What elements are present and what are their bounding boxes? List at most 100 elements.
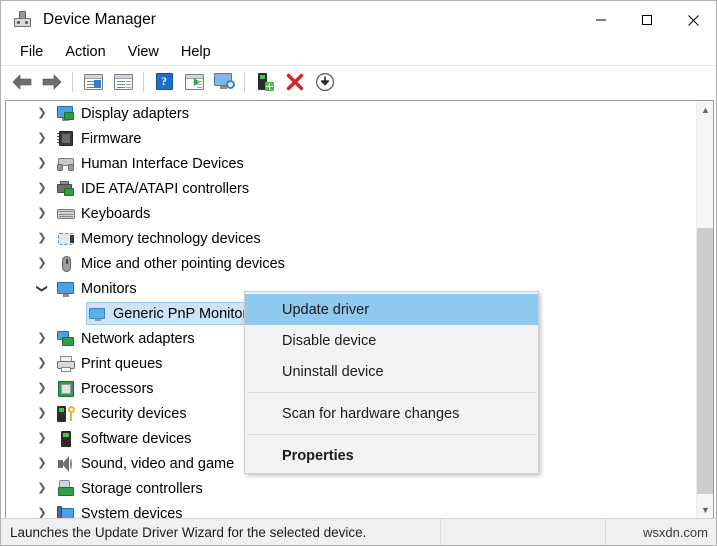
back-arrow-icon <box>12 73 32 90</box>
human-interface-device-icon <box>57 155 75 173</box>
update-driver-download-button[interactable] <box>310 69 340 95</box>
context-menu-item-uninstall-device[interactable]: Uninstall device <box>245 356 538 387</box>
tree-item-label: Processors <box>81 380 154 397</box>
toolbar-separator-3 <box>244 71 245 92</box>
tree-item-label: IDE ATA/ATAPI controllers <box>81 180 250 197</box>
ide-controller-icon <box>57 180 75 198</box>
device-manager-icon <box>13 10 33 30</box>
keyboard-icon <box>57 205 75 223</box>
chevron-right-icon[interactable]: ❯ <box>34 508 50 519</box>
printer-icon <box>57 355 75 373</box>
menu-item-view[interactable]: View <box>117 41 170 63</box>
context-menu-item-properties[interactable]: Properties <box>245 440 538 471</box>
update-driver-download-icon <box>316 72 334 91</box>
scrollbar-thumb[interactable] <box>697 228 713 494</box>
security-device-icon <box>57 405 75 423</box>
tree-item-display-adapters[interactable]: ❯ Display adapters <box>6 101 695 126</box>
update-driver-button[interactable] <box>179 69 209 95</box>
context-menu-item-update-driver[interactable]: Update driver <box>245 294 538 325</box>
sound-device-icon <box>57 455 75 473</box>
tree-item-label: Memory technology devices <box>81 230 261 247</box>
chevron-right-icon[interactable]: ❯ <box>34 458 50 469</box>
tree-item-label: System devices <box>81 505 183 519</box>
context-menu-item-disable-device[interactable]: Disable device <box>245 325 538 356</box>
chevron-right-icon[interactable]: ❯ <box>34 383 50 394</box>
show-hidden-devices-button[interactable] <box>108 69 138 95</box>
properties-window-icon <box>83 73 103 90</box>
back-button[interactable] <box>7 69 37 95</box>
chevron-right-icon[interactable]: ❯ <box>34 433 50 444</box>
chevron-right-icon[interactable]: ❯ <box>34 133 50 144</box>
tree-item-human-interface-devices[interactable]: ❯ Human Interface Devices <box>6 151 695 176</box>
tree-item-label: Human Interface Devices <box>81 155 244 172</box>
chevron-right-icon[interactable]: ❯ <box>34 158 50 169</box>
help-icon: ? <box>155 73 173 90</box>
menu-item-help[interactable]: Help <box>170 41 222 63</box>
tree-item-label: Network adapters <box>81 330 195 347</box>
tree-item-label: Security devices <box>81 405 187 422</box>
tree-item-label: Monitors <box>81 280 137 297</box>
tree-item-firmware[interactable]: ❯ Firmware <box>6 126 695 151</box>
properties-button[interactable] <box>78 69 108 95</box>
maximize-icon <box>642 15 652 25</box>
chevron-right-icon[interactable]: ❯ <box>34 258 50 269</box>
close-button[interactable] <box>670 1 716 39</box>
tree-item-label: Mice and other pointing devices <box>81 255 285 272</box>
minimize-button[interactable] <box>578 1 624 39</box>
tree-item-label: Print queues <box>81 355 163 372</box>
chevron-right-icon[interactable]: ❯ <box>34 208 50 219</box>
chevron-right-icon[interactable]: ❯ <box>34 408 50 419</box>
context-menu: Update driver Disable device Uninstall d… <box>244 291 539 474</box>
vertical-scrollbar[interactable]: ▲ ▼ <box>696 101 713 518</box>
chevron-right-icon[interactable]: ❯ <box>34 333 50 344</box>
scroll-down-icon[interactable]: ▼ <box>697 501 713 518</box>
show-hidden-devices-icon <box>113 73 133 90</box>
tree-item-system-devices[interactable]: ❯ System devices <box>6 501 695 518</box>
monitor-icon <box>57 280 75 298</box>
menu-bar: File Action View Help <box>1 39 716 66</box>
chevron-right-icon[interactable]: ❯ <box>34 183 50 194</box>
chevron-right-icon[interactable]: ❯ <box>34 233 50 244</box>
tree-item-keyboards[interactable]: ❯ Keyboards <box>6 201 695 226</box>
tree-item-mice-and-other-pointing-devices[interactable]: ❯ Mice and other pointing devices <box>6 251 695 276</box>
tree-item-label: Sound, video and game <box>81 455 235 472</box>
context-menu-item-scan-for-hardware-changes[interactable]: Scan for hardware changes <box>245 398 538 429</box>
uninstall-device-button[interactable] <box>280 69 310 95</box>
status-bar: Launches the Update Driver Wizard for th… <box>1 518 716 545</box>
tree-item-memory-technology-devices[interactable]: ❯ Memory technology devices <box>6 226 695 251</box>
toolbar-separator-1 <box>72 71 73 92</box>
forward-button[interactable] <box>37 69 67 95</box>
scroll-up-icon[interactable]: ▲ <box>697 101 713 118</box>
tree-item-ide-ata-atapi-controllers[interactable]: ❯ IDE ATA/ATAPI controllers <box>6 176 695 201</box>
tree-item-label: Storage controllers <box>81 480 203 497</box>
watermark: wsxdn.com <box>642 524 708 540</box>
tree-item-label: Firmware <box>81 130 142 147</box>
tree-item-storage-controllers[interactable]: ❯ Storage controllers <box>6 476 695 501</box>
maximize-button[interactable] <box>624 1 670 39</box>
help-button[interactable]: ? <box>149 69 179 95</box>
chevron-right-icon[interactable]: ❯ <box>34 108 50 119</box>
chevron-right-icon[interactable]: ❯ <box>34 358 50 369</box>
add-device-button[interactable] <box>250 69 280 95</box>
memory-device-icon <box>57 230 75 248</box>
software-device-icon <box>57 430 75 448</box>
menu-item-action[interactable]: Action <box>54 41 116 63</box>
storage-controller-icon <box>57 479 75 498</box>
tree-item-label: Generic PnP Monitor <box>113 305 248 322</box>
status-middle-cell <box>441 518 606 545</box>
close-icon <box>687 14 699 26</box>
tree-item-label: Display adapters <box>81 105 189 122</box>
system-device-icon <box>57 505 75 518</box>
tree-item-label: Keyboards <box>81 205 151 222</box>
display-adapter-icon <box>57 105 75 123</box>
scan-hardware-button[interactable] <box>209 69 239 95</box>
minimize-icon <box>596 19 606 21</box>
network-adapter-icon <box>57 330 75 348</box>
chevron-right-icon[interactable]: ❯ <box>34 483 50 494</box>
status-message: Launches the Update Driver Wizard for th… <box>1 518 441 545</box>
toolbar: ? <box>1 66 716 97</box>
mouse-icon <box>57 255 75 273</box>
menu-item-file[interactable]: File <box>9 41 54 63</box>
context-menu-separator-2 <box>247 434 536 435</box>
chevron-down-icon[interactable]: ❮ <box>36 281 48 297</box>
